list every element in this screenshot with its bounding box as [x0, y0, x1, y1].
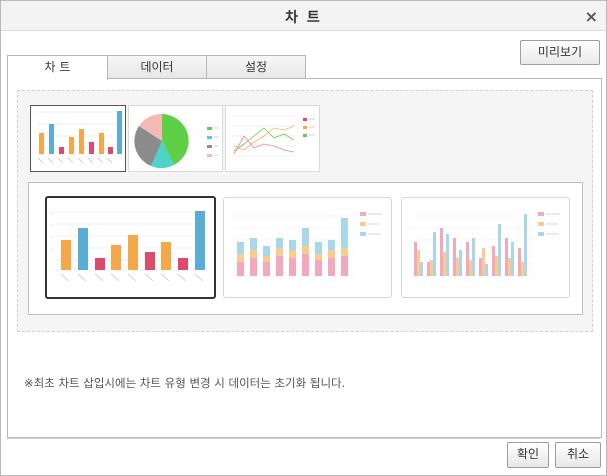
bar-style-basic[interactable]: 8 6 4 2	[45, 196, 216, 299]
bar-style-grouped[interactable]	[401, 197, 570, 298]
close-icon[interactable]: ×	[585, 7, 598, 26]
svg-text:4: 4	[51, 235, 53, 239]
tab-chart[interactable]: 차 트	[7, 55, 108, 80]
tab-data[interactable]: 데이터	[107, 55, 207, 79]
chart-type-line-thumb[interactable]	[225, 105, 320, 172]
grouped-bar-icon	[410, 212, 560, 277]
cancel-button[interactable]: 취소	[555, 442, 601, 468]
dialog-titlebar: 차 트 ×	[1, 1, 606, 31]
ok-button[interactable]: 확인	[507, 442, 549, 468]
preview-button[interactable]: 미리보기	[520, 40, 600, 65]
stacked-bar-icon	[232, 212, 382, 277]
pie-chart-icon	[134, 113, 218, 169]
basic-bar-icon: 8 6 4 2	[51, 211, 209, 282]
svg-text:6: 6	[51, 223, 53, 227]
chart-dialog: 차 트 × 미리보기 차 트 데이터 설정 8 6 4 2 ※최초 차트 삽입시…	[0, 0, 607, 476]
dialog-title: 차 트	[285, 10, 322, 26]
chart-tab-panel: 8 6 4 2 ※최초 차트 삽입시에는 차트 유형 변경 시 데이터는 초기화 됩니…	[7, 78, 602, 438]
bar-chart-icon	[37, 111, 123, 164]
chart-type-pie-thumb[interactable]	[128, 105, 223, 172]
bar-style-options: 8 6 4 2	[28, 182, 583, 315]
svg-text:8: 8	[51, 211, 53, 215]
tab-settings[interactable]: 설정	[206, 55, 306, 79]
chart-type-bar-thumb[interactable]	[30, 105, 126, 172]
line-chart-icon	[232, 115, 315, 157]
footer-divider	[7, 438, 600, 439]
svg-text:2: 2	[51, 247, 53, 251]
notice-text: ※최초 차트 삽입시에는 차트 유형 변경 시 데이터는 초기화 됩니다.	[24, 376, 346, 390]
chart-type-area: 8 6 4 2	[17, 90, 593, 332]
bar-style-stacked[interactable]	[223, 197, 392, 298]
